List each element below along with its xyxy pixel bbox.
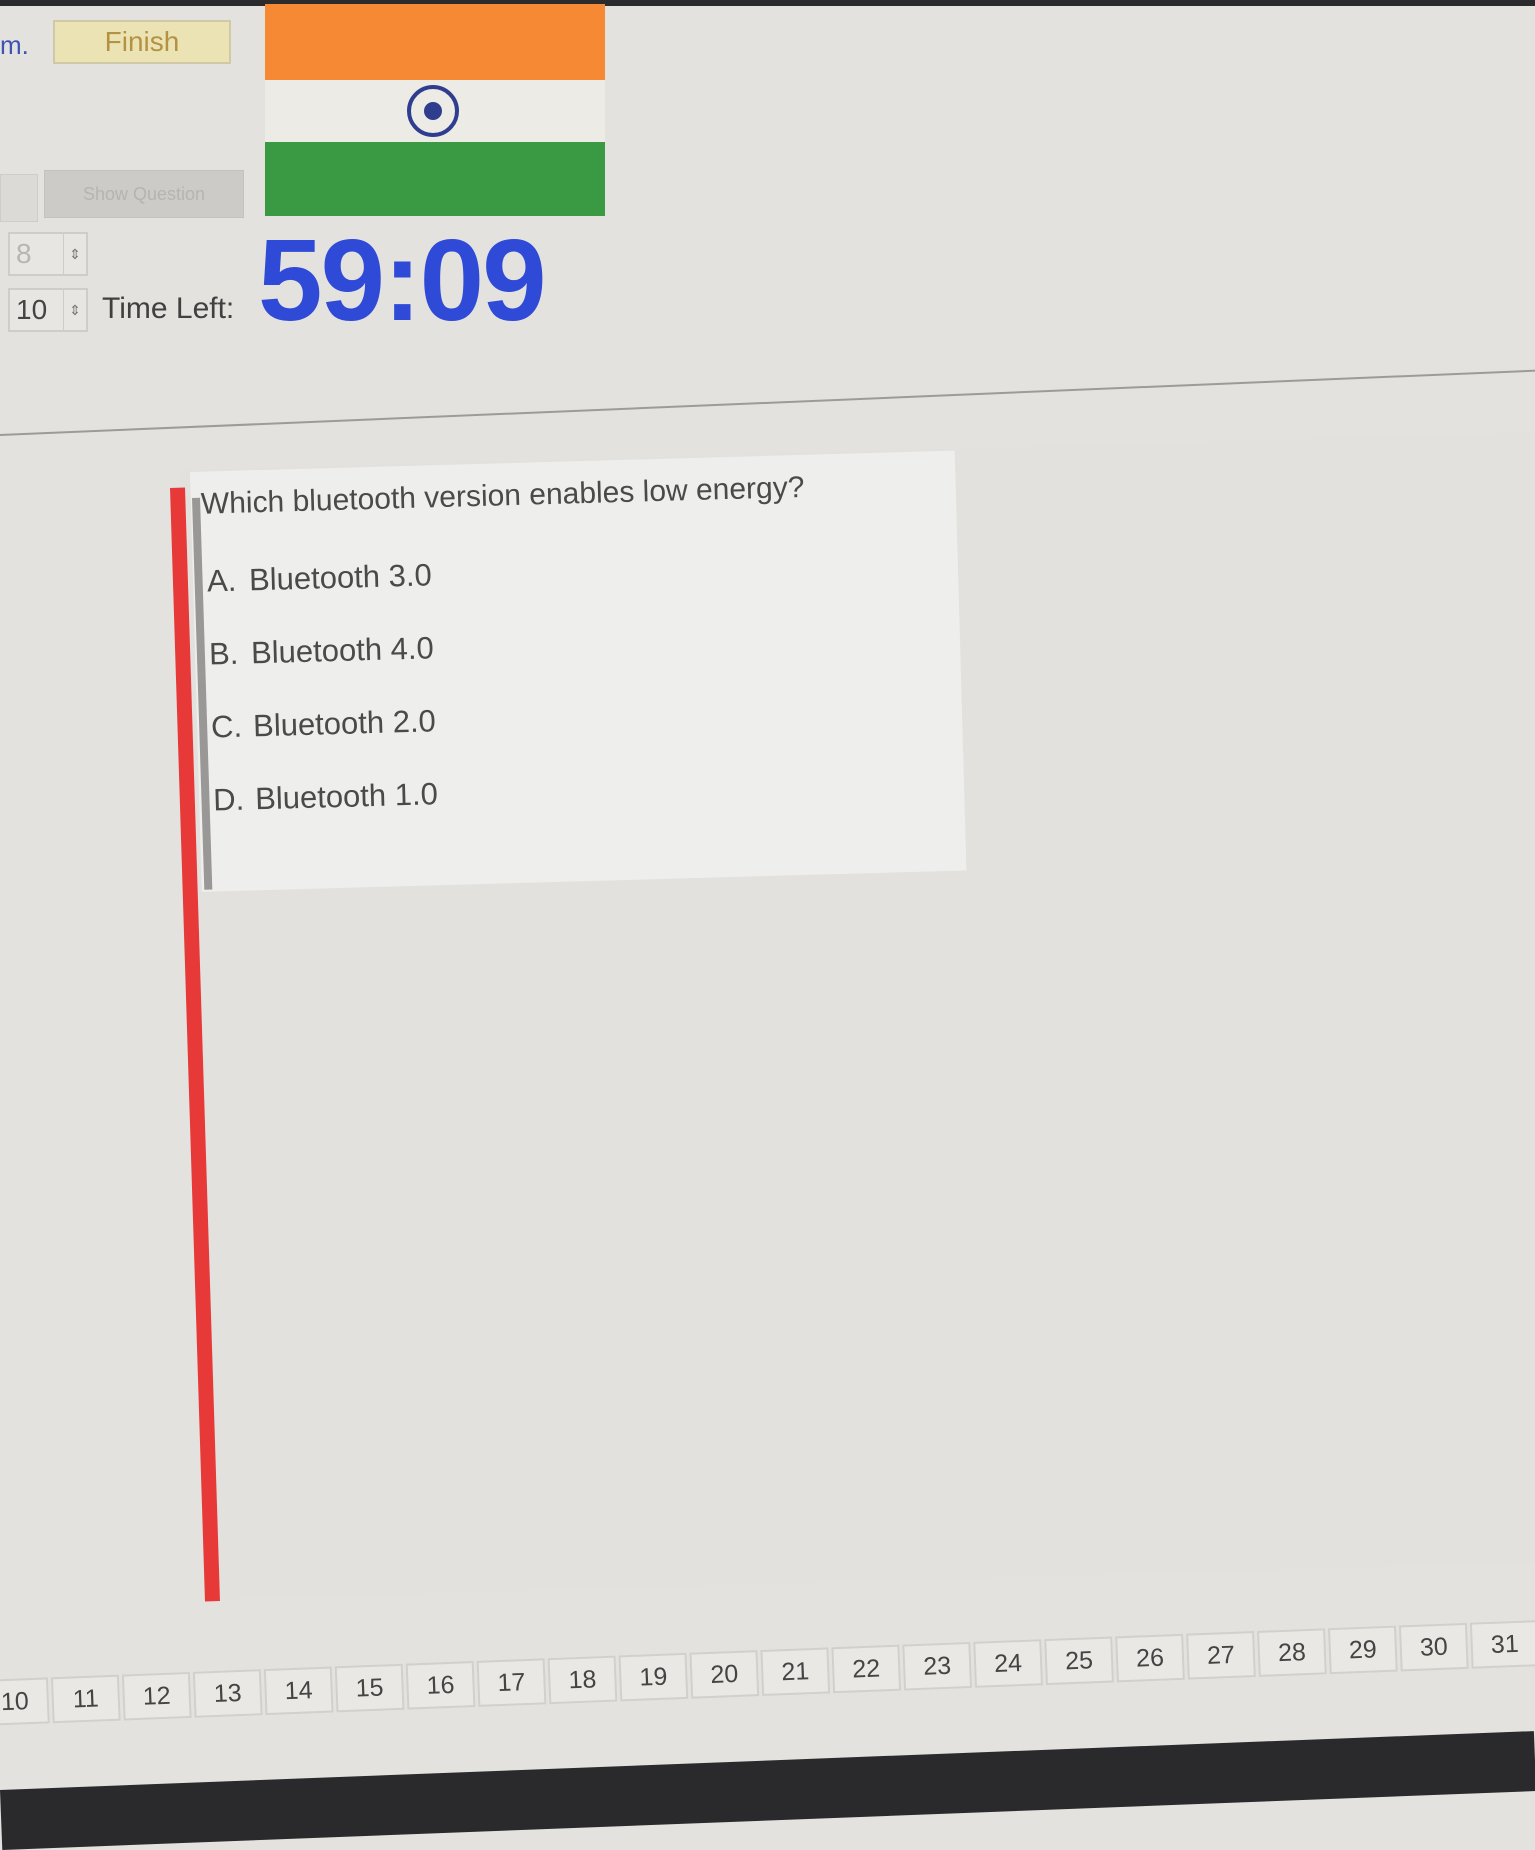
show-question-button[interactable]: Show Question — [44, 170, 244, 218]
option-a[interactable]: A. Bluetooth 3.0 — [207, 557, 434, 636]
question-number-button[interactable]: 27 — [1186, 1631, 1256, 1680]
question-number-button[interactable]: 25 — [1044, 1636, 1114, 1686]
top-spinner-value: 8 — [16, 238, 32, 269]
option-letter: D. — [212, 781, 245, 818]
chakra-center — [424, 102, 442, 120]
bottom-number-spinner[interactable]: 10 ⇕ — [8, 288, 88, 332]
header-divider — [0, 366, 1535, 436]
countdown-timer: 59:09 — [258, 215, 547, 345]
question-number-button[interactable]: 20 — [689, 1650, 760, 1699]
option-text: Bluetooth 1.0 — [254, 776, 439, 817]
time-left-label: Time Left: — [102, 292, 235, 325]
question-text: Which bluetooth version enables low ener… — [200, 470, 805, 521]
flag-saffron-band — [265, 4, 605, 80]
screen-top-edge — [0, 0, 1535, 6]
screen-bottom-edge — [0, 1731, 1535, 1850]
question-number-button[interactable]: 21 — [760, 1647, 831, 1696]
question-number-button[interactable]: 16 — [405, 1661, 476, 1710]
question-number-button[interactable]: 18 — [547, 1655, 618, 1705]
side-input[interactable] — [0, 174, 38, 222]
option-letter: C. — [210, 708, 243, 745]
option-letter: A. — [206, 562, 237, 599]
cut-off-label: m. — [0, 30, 29, 60]
answer-options: A. Bluetooth 3.0 B. Bluetooth 4.0 C. Blu… — [207, 557, 440, 855]
question-number-button[interactable]: 23 — [902, 1641, 973, 1691]
option-text: Bluetooth 2.0 — [252, 703, 437, 744]
question-number-button[interactable]: 14 — [263, 1666, 334, 1716]
question-number-button[interactable]: 13 — [192, 1669, 263, 1718]
option-b[interactable]: B. Bluetooth 4.0 — [209, 630, 436, 709]
option-text: Bluetooth 3.0 — [248, 557, 433, 598]
top-number-spinner[interactable]: 8 ⇕ — [8, 232, 88, 276]
option-letter: B. — [208, 635, 239, 672]
question-number-button[interactable]: 11 — [50, 1674, 121, 1724]
question-number-button[interactable]: 29 — [1328, 1625, 1398, 1675]
flag-green-band — [265, 142, 605, 216]
question-number-button[interactable]: 15 — [334, 1663, 405, 1713]
question-number-button[interactable]: 26 — [1115, 1633, 1185, 1683]
bottom-spinner-value: 10 — [16, 294, 48, 325]
india-flag-icon — [265, 4, 605, 216]
question-number-button[interactable]: 12 — [121, 1671, 192, 1721]
ashoka-chakra-icon — [407, 85, 459, 137]
question-number-button[interactable]: 30 — [1398, 1622, 1469, 1672]
question-number-button[interactable]: 31 — [1469, 1620, 1535, 1669]
option-c[interactable]: C. Bluetooth 2.0 — [211, 703, 438, 782]
question-number-button[interactable]: 24 — [973, 1639, 1043, 1688]
question-number-button[interactable]: 17 — [476, 1658, 547, 1707]
question-number-button[interactable]: 10 — [0, 1677, 50, 1726]
finish-button[interactable]: Finish — [53, 20, 231, 64]
option-text: Bluetooth 4.0 — [250, 630, 435, 671]
question-panel: Which bluetooth version enables low ener… — [190, 450, 967, 892]
question-number-button[interactable]: 22 — [831, 1644, 902, 1694]
question-number-button[interactable]: 28 — [1257, 1628, 1327, 1677]
option-d[interactable]: D. Bluetooth 1.0 — [213, 776, 440, 855]
question-navigator: 10 11 12 13 14 15 16 17 18 19 20 21 22 2… — [0, 1617, 1535, 1726]
question-number-button[interactable]: 19 — [618, 1652, 689, 1702]
spinner-arrows-icon[interactable]: ⇕ — [63, 234, 86, 274]
spinner-arrows-icon[interactable]: ⇕ — [63, 290, 86, 330]
